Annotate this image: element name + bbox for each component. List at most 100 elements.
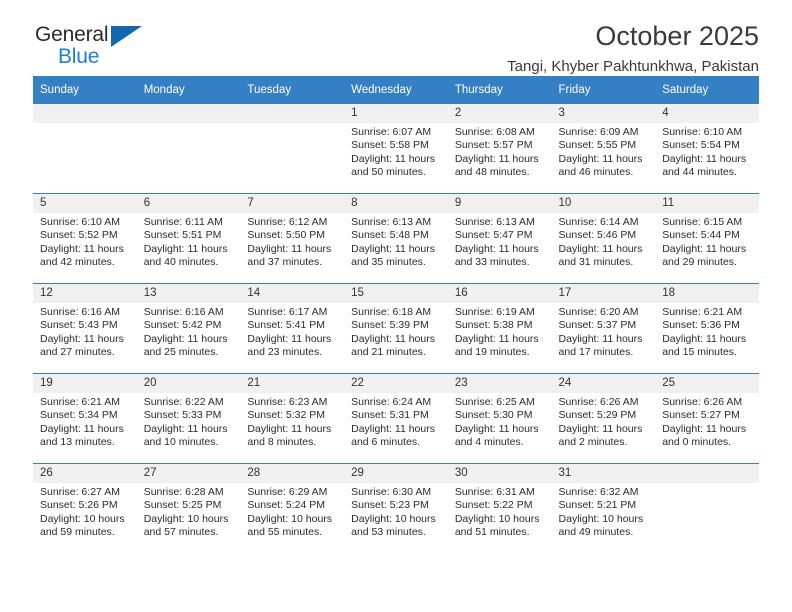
calendar-day-cell-empty: [33, 104, 137, 194]
daylight-text-line1: Daylight: 11 hours: [247, 332, 332, 345]
day-details: Sunrise: 6:13 AM Sunset: 5:47 PM Daylight:…: [448, 213, 552, 270]
calendar-day-cell[interactable]: 13 Sunrise: 6:16 AM Sunset: 5:42 PM Dayligh…: [136, 283, 241, 374]
weekday-header-thursday: Thursday: [447, 76, 552, 104]
daylight-text-line1: Daylight: 11 hours: [143, 422, 228, 435]
daylight-text-line1: Daylight: 10 hours: [558, 512, 644, 525]
calendar-day-cell[interactable]: 30 Sunrise: 6:31 AM Sunset: 5:22 PM Dayligh…: [447, 463, 552, 553]
calendar-day-cell[interactable]: 9 Sunrise: 6:13 AM Sunset: 5:47 PM Daylight…: [447, 193, 552, 284]
sunset-text: Sunset: 5:47 PM: [454, 229, 533, 242]
calendar-day-cell[interactable]: 17 Sunrise: 6:20 AM Sunset: 5:37 PM Dayligh…: [551, 283, 656, 374]
daylight-text-line2: and 6 minutes.: [351, 436, 420, 449]
day-details: Sunrise: 6:29 AM Sunset: 5:24 PM Daylight:…: [240, 483, 344, 540]
daylight-text-line2: and 0 minutes.: [662, 436, 732, 449]
brand-logo[interactable]: General Blue: [35, 24, 165, 72]
sunrise-text: Sunrise: 6:30 AM: [351, 486, 432, 498]
day-details: Sunrise: 6:08 AM Sunset: 5:57 PM Daylight:…: [448, 123, 552, 180]
daylight-text-line1: Daylight: 11 hours: [662, 152, 747, 165]
calendar-day-cell[interactable]: 6 Sunrise: 6:11 AM Sunset: 5:51 PM Daylight…: [136, 193, 241, 284]
calendar-day-cell[interactable]: 28 Sunrise: 6:29 AM Sunset: 5:24 PM Dayligh…: [240, 463, 345, 553]
calendar-day-cell[interactable]: 1 Sunrise: 6:07 AM Sunset: 5:58 PM Daylight…: [344, 104, 448, 194]
daylight-text-line2: and 23 minutes.: [247, 346, 323, 359]
daylight-text-line2: and 33 minutes.: [454, 256, 530, 269]
day-number: 31: [551, 464, 656, 483]
calendar-day-cell[interactable]: 3 Sunrise: 6:09 AM Sunset: 5:55 PM Daylight…: [551, 104, 656, 194]
day-number: 13: [136, 284, 241, 303]
daylight-text-line2: and 40 minutes.: [143, 256, 219, 269]
day-number: 27: [136, 464, 241, 483]
sunset-text: Sunset: 5:37 PM: [558, 319, 637, 332]
sunrise-text: Sunrise: 6:12 AM: [247, 216, 328, 228]
calendar-day-cell[interactable]: 20 Sunrise: 6:22 AM Sunset: 5:33 PM Dayligh…: [136, 373, 241, 464]
day-number: 20: [136, 374, 241, 393]
sunset-text: Sunset: 5:22 PM: [454, 499, 533, 512]
calendar-day-cell[interactable]: 7 Sunrise: 6:12 AM Sunset: 5:50 PM Daylight…: [240, 193, 345, 284]
calendar-day-cell[interactable]: 18 Sunrise: 6:21 AM Sunset: 5:36 PM Dayligh…: [655, 283, 759, 374]
calendar-day-cell[interactable]: 5 Sunrise: 6:10 AM Sunset: 5:52 PM Daylight…: [33, 193, 137, 284]
daylight-text-line2: and 13 minutes.: [40, 436, 115, 449]
daylight-text-line2: and 15 minutes.: [662, 346, 737, 359]
day-details: Sunrise: 6:09 AM Sunset: 5:55 PM Daylight:…: [552, 123, 656, 180]
daylight-text-line1: Daylight: 10 hours: [454, 512, 540, 525]
calendar-day-cell[interactable]: 16 Sunrise: 6:19 AM Sunset: 5:38 PM Dayligh…: [447, 283, 552, 374]
calendar-day-cell[interactable]: 19 Sunrise: 6:21 AM Sunset: 5:34 PM Dayligh…: [33, 373, 137, 464]
weekday-header-wednesday: Wednesday: [344, 76, 448, 104]
sunset-text: Sunset: 5:54 PM: [662, 139, 740, 152]
sunset-text: Sunset: 5:55 PM: [558, 139, 637, 152]
sunrise-text: Sunrise: 6:29 AM: [247, 486, 328, 498]
day-number: 23: [447, 374, 552, 393]
sunset-text: Sunset: 5:52 PM: [40, 229, 118, 242]
sunrise-text: Sunrise: 6:28 AM: [143, 486, 224, 498]
day-details: Sunrise: 6:11 AM Sunset: 5:51 PM Daylight:…: [137, 213, 241, 270]
day-number: 29: [344, 464, 448, 483]
sunset-text: Sunset: 5:50 PM: [247, 229, 326, 242]
daylight-text-line1: Daylight: 11 hours: [558, 422, 643, 435]
sunrise-text: Sunrise: 6:23 AM: [247, 396, 328, 408]
sunset-text: Sunset: 5:51 PM: [143, 229, 222, 242]
calendar-day-cell[interactable]: 21 Sunrise: 6:23 AM Sunset: 5:32 PM Dayligh…: [240, 373, 345, 464]
daylight-text-line2: and 50 minutes.: [351, 166, 426, 179]
calendar-day-cell[interactable]: 25 Sunrise: 6:26 AM Sunset: 5:27 PM Dayligh…: [655, 373, 759, 464]
daylight-text-line1: Daylight: 11 hours: [143, 332, 228, 345]
sunrise-text: Sunrise: 6:13 AM: [351, 216, 432, 228]
page-header: General Blue October 2025 Tangi, Khyber …: [33, 0, 759, 76]
calendar-day-cell[interactable]: 11 Sunrise: 6:15 AM Sunset: 5:44 PM Dayligh…: [655, 193, 759, 284]
calendar-day-cell[interactable]: 31 Sunrise: 6:32 AM Sunset: 5:21 PM Dayligh…: [551, 463, 656, 553]
calendar-day-cell[interactable]: 12 Sunrise: 6:16 AM Sunset: 5:43 PM Dayligh…: [33, 283, 137, 374]
daylight-text-line2: and 51 minutes.: [454, 526, 530, 539]
calendar-day-cell[interactable]: 2 Sunrise: 6:08 AM Sunset: 5:57 PM Daylight…: [447, 104, 552, 194]
calendar-day-cell[interactable]: 22 Sunrise: 6:24 AM Sunset: 5:31 PM Dayligh…: [344, 373, 448, 464]
sunset-text: Sunset: 5:38 PM: [454, 319, 533, 332]
day-number: 5: [33, 194, 137, 213]
day-number: 4: [655, 104, 759, 123]
calendar-day-cell[interactable]: 14 Sunrise: 6:17 AM Sunset: 5:41 PM Dayligh…: [240, 283, 345, 374]
daylight-text-line2: and 10 minutes.: [143, 436, 219, 449]
day-details: Sunrise: 6:10 AM Sunset: 5:54 PM Daylight:…: [655, 123, 759, 180]
calendar-day-cell[interactable]: 23 Sunrise: 6:25 AM Sunset: 5:30 PM Dayligh…: [447, 373, 552, 464]
calendar-day-cell[interactable]: 29 Sunrise: 6:30 AM Sunset: 5:23 PM Dayligh…: [344, 463, 448, 553]
day-details: Sunrise: 6:07 AM Sunset: 5:58 PM Daylight:…: [344, 123, 448, 180]
daylight-text-line2: and 29 minutes.: [662, 256, 737, 269]
day-details: Sunrise: 6:13 AM Sunset: 5:48 PM Daylight:…: [344, 213, 448, 270]
calendar-day-cell[interactable]: 26 Sunrise: 6:27 AM Sunset: 5:26 PM Dayligh…: [33, 463, 137, 553]
calendar-week-row: 19 Sunrise: 6:21 AM Sunset: 5:34 PM Dayligh…: [33, 373, 759, 464]
calendar-day-cell[interactable]: 27 Sunrise: 6:28 AM Sunset: 5:25 PM Dayligh…: [136, 463, 241, 553]
day-number: 15: [344, 284, 448, 303]
sunset-text: Sunset: 5:44 PM: [662, 229, 740, 242]
calendar-week-row: 26 Sunrise: 6:27 AM Sunset: 5:26 PM Dayligh…: [33, 463, 759, 553]
sunrise-sunset-calendar: Sunday Monday Tuesday Wednesday Thursday Frid…: [33, 76, 759, 553]
calendar-day-cell[interactable]: 8 Sunrise: 6:13 AM Sunset: 5:48 PM Daylight…: [344, 193, 448, 284]
calendar-day-cell[interactable]: 10 Sunrise: 6:14 AM Sunset: 5:46 PM Dayligh…: [551, 193, 656, 284]
calendar-day-cell[interactable]: 15 Sunrise: 6:18 AM Sunset: 5:39 PM Dayligh…: [344, 283, 448, 374]
page-title: October 2025: [595, 21, 759, 51]
sunrise-text: Sunrise: 6:17 AM: [247, 306, 328, 318]
day-number: 21: [240, 374, 345, 393]
calendar-week-row: 1 Sunrise: 6:07 AM Sunset: 5:58 PM Daylight…: [33, 104, 759, 194]
daylight-text-line1: Daylight: 11 hours: [143, 242, 228, 255]
sunset-text: Sunset: 5:57 PM: [454, 139, 533, 152]
day-number: 18: [655, 284, 759, 303]
brand-name-general: General: [35, 23, 109, 46]
calendar-day-cell[interactable]: 4 Sunrise: 6:10 AM Sunset: 5:54 PM Daylight…: [655, 104, 759, 194]
calendar-day-cell[interactable]: 24 Sunrise: 6:26 AM Sunset: 5:29 PM Dayligh…: [551, 373, 656, 464]
daylight-text-line1: Daylight: 11 hours: [40, 332, 124, 345]
daylight-text-line2: and 21 minutes.: [351, 346, 426, 359]
